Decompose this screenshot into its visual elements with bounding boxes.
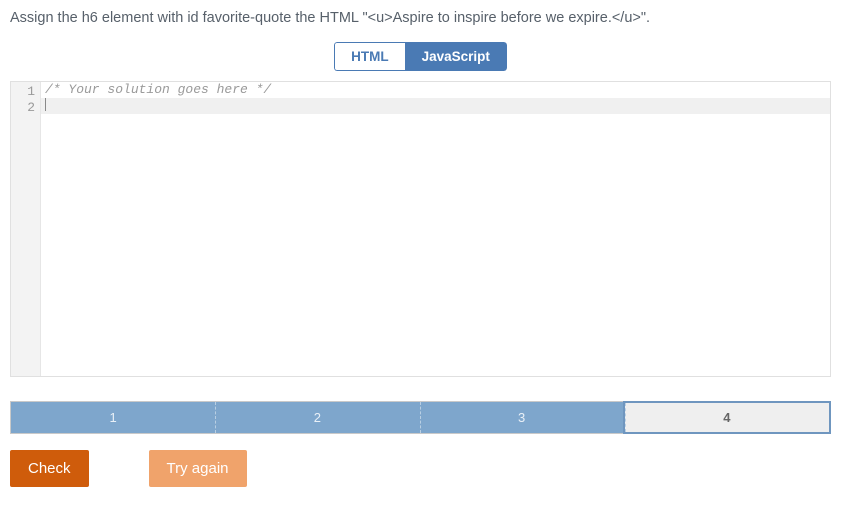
editor-line [41,98,830,114]
progress-step-2[interactable]: 2 [215,402,419,433]
progress-bar: 1 2 3 4 [10,401,831,434]
tab-group: HTML JavaScript [334,42,507,71]
editor-content[interactable]: /* Your solution goes here */ [41,82,830,376]
check-button[interactable]: Check [10,450,89,487]
tab-javascript[interactable]: JavaScript [405,42,507,71]
action-buttons: Check Try again [10,450,831,487]
editor-line: /* Your solution goes here */ [41,82,830,98]
question-prompt: Assign the h6 element with id favorite-q… [10,8,831,28]
code-editor[interactable]: 1 2 /* Your solution goes here */ [10,81,831,377]
code-comment: /* Your solution goes here */ [45,82,271,97]
progress-step-4[interactable]: 4 [623,401,831,434]
tab-html[interactable]: HTML [334,42,405,71]
tab-row: HTML JavaScript [10,42,831,71]
text-cursor [45,98,46,111]
try-again-button[interactable]: Try again [149,450,247,487]
editor-gutter: 1 2 [11,82,41,376]
line-number: 2 [11,100,35,116]
progress-step-1[interactable]: 1 [11,402,215,433]
line-number: 1 [11,84,35,100]
progress-step-3[interactable]: 3 [420,402,624,433]
